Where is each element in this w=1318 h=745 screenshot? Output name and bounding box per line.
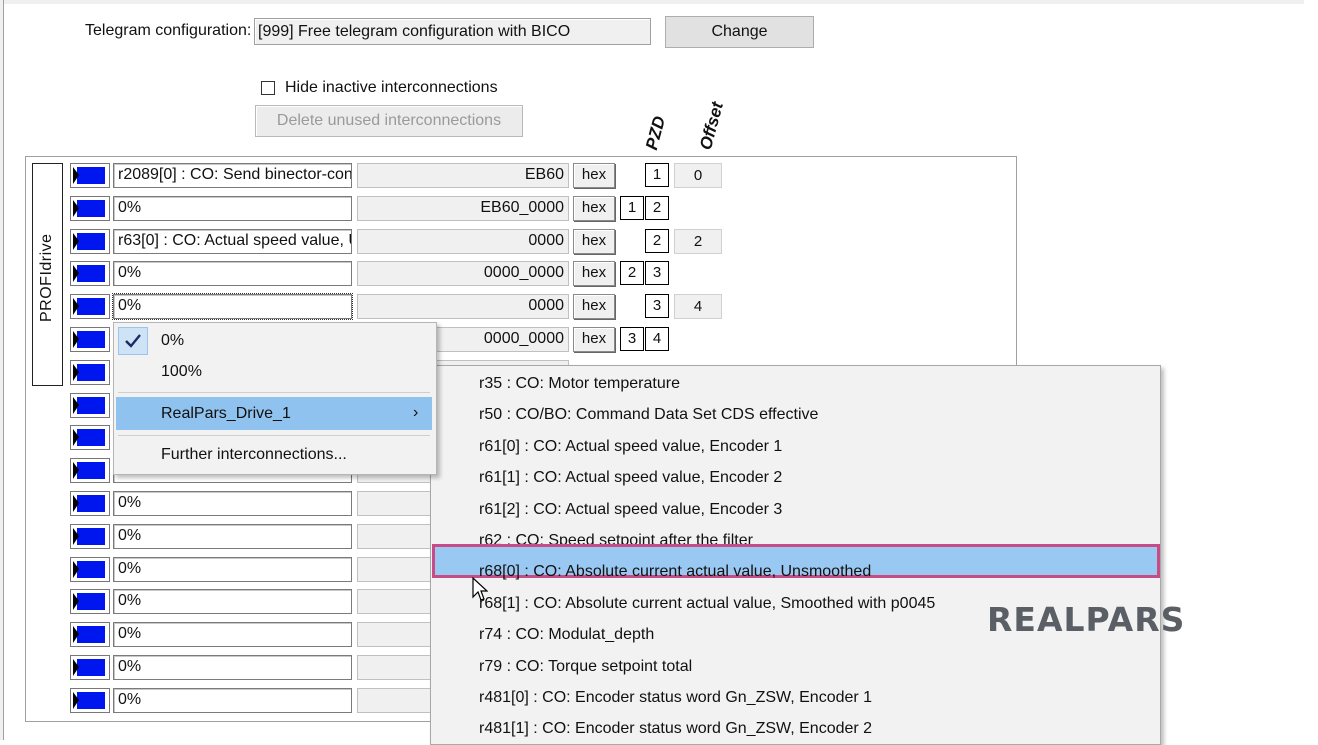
hide-inactive-checkbox[interactable]: [261, 81, 275, 95]
submenu-item[interactable]: r481[1] : CO: Encoder status word Gn_ZSW…: [479, 720, 872, 738]
change-button[interactable]: Change: [665, 16, 814, 48]
telegram-config-field[interactable]: [999] Free telegram configuration with B…: [254, 18, 651, 45]
pzd-number: 1: [645, 163, 669, 187]
bico-connect-icon[interactable]: [70, 196, 110, 221]
bico-connect-icon[interactable]: [70, 327, 110, 352]
signal-source-field[interactable]: 0%: [113, 524, 352, 549]
bico-connect-icon[interactable]: [70, 589, 110, 614]
menu-item-0pct[interactable]: 0%: [161, 332, 184, 350]
bico-connect-icon[interactable]: [70, 294, 110, 319]
bico-connect-icon[interactable]: [70, 491, 110, 516]
menu-item-realpars-drive[interactable]: RealPars_Drive_1: [161, 405, 291, 423]
submenu-item[interactable]: r481[0] : CO: Encoder status word Gn_ZSW…: [479, 689, 872, 707]
submenu-item[interactable]: r61[1] : CO: Actual speed value, Encoder…: [479, 469, 782, 487]
bico-connect-icon[interactable]: [70, 393, 110, 418]
realpars-watermark-logo: REALPARS: [987, 600, 1186, 639]
bico-connect-icon[interactable]: [70, 261, 110, 286]
pzd-column-header: PZD: [642, 114, 670, 152]
pzd-number: 2: [620, 261, 644, 285]
submenu-item[interactable]: r74 : CO: Modulat_depth: [479, 626, 654, 644]
bico-connect-icon[interactable]: [70, 688, 110, 713]
signal-value: 0000_0000: [357, 261, 569, 286]
bico-connect-icon[interactable]: [70, 655, 110, 680]
bico-connect-icon[interactable]: [70, 458, 110, 483]
hide-inactive-label: Hide inactive interconnections: [285, 79, 498, 96]
menu-item-100pct[interactable]: 100%: [161, 363, 202, 381]
signal-source-field[interactable]: 0%: [113, 196, 352, 221]
signal-source-field[interactable]: 0%: [113, 655, 352, 680]
signal-value: EB60: [357, 163, 569, 188]
pzd-number: 4: [645, 327, 669, 351]
signal-value: 0000: [357, 229, 569, 254]
chevron-right-icon: ›: [413, 404, 419, 421]
bico-connect-icon[interactable]: [70, 163, 110, 188]
pzd-number: 1: [620, 196, 644, 220]
pzd-number: 3: [645, 294, 669, 318]
bico-connect-icon[interactable]: [70, 425, 110, 450]
menu-separator-2: [118, 435, 430, 436]
pzd-number: 3: [620, 327, 644, 351]
bico-connect-icon[interactable]: [70, 360, 110, 385]
bico-connect-icon[interactable]: [70, 229, 110, 254]
signal-value: 0000: [357, 294, 569, 319]
delete-unused-button[interactable]: Delete unused interconnections: [255, 105, 523, 137]
submenu-item[interactable]: r68[1] : CO: Absolute current actual val…: [479, 595, 935, 613]
signal-source-field[interactable]: 0%: [112, 293, 353, 320]
submenu-item[interactable]: r35 : CO: Motor temperature: [479, 375, 680, 393]
hex-button[interactable]: hex: [573, 196, 615, 221]
submenu-item[interactable]: r79 : CO: Torque setpoint total: [479, 658, 692, 676]
offset-value: 2: [674, 229, 722, 254]
bico-connect-icon[interactable]: [70, 524, 110, 549]
pzd-number: 2: [645, 196, 669, 220]
mouse-cursor-icon: [472, 576, 489, 608]
bico-connect-icon[interactable]: [70, 557, 110, 582]
signal-source-field[interactable]: 0%: [113, 557, 352, 582]
hex-button[interactable]: hex: [573, 229, 615, 254]
pzd-number: 3: [645, 261, 669, 285]
hex-button[interactable]: hex: [573, 294, 615, 319]
submenu-item[interactable]: r61[2] : CO: Actual speed value, Encoder…: [479, 501, 782, 519]
bico-connect-icon[interactable]: [70, 622, 110, 647]
hex-button[interactable]: hex: [573, 261, 615, 286]
signal-source-field[interactable]: 0%: [113, 589, 352, 614]
offset-column-header: Offset: [696, 99, 727, 152]
telegram-config-label: Telegram configuration:: [85, 22, 252, 39]
signal-source-field[interactable]: 0%: [113, 622, 352, 647]
offset-value: 0: [674, 163, 722, 188]
signal-source-field[interactable]: r2089[0] : CO: Send binector-conn: [113, 163, 352, 188]
window-left-border: [0, 0, 4, 740]
menu-separator: [118, 392, 430, 393]
submenu-item[interactable]: r61[0] : CO: Actual speed value, Encoder…: [479, 438, 782, 456]
signal-value: EB60_0000: [357, 196, 569, 221]
profidrive-label: PROFIdrive: [38, 233, 55, 322]
signal-source-field[interactable]: 0%: [113, 261, 352, 286]
hex-button[interactable]: hex: [573, 163, 615, 188]
hex-button[interactable]: hex: [573, 327, 615, 352]
signal-source-field[interactable]: 0%: [113, 491, 352, 516]
signal-source-field[interactable]: r63[0] : CO: Actual speed value, Ur: [113, 229, 352, 254]
window-top-edge: [4, 0, 1304, 4]
menu-item-further-interconnections[interactable]: Further interconnections...: [161, 446, 347, 464]
offset-value: 4: [674, 294, 722, 319]
pzd-number: 2: [645, 229, 669, 253]
submenu-item[interactable]: r50 : CO/BO: Command Data Set CDS effect…: [479, 406, 818, 424]
signal-source-field[interactable]: 0%: [113, 688, 352, 713]
checkmark-icon: [118, 327, 148, 355]
submenu-item[interactable]: r68[0] : CO: Absolute current actual val…: [479, 563, 871, 581]
